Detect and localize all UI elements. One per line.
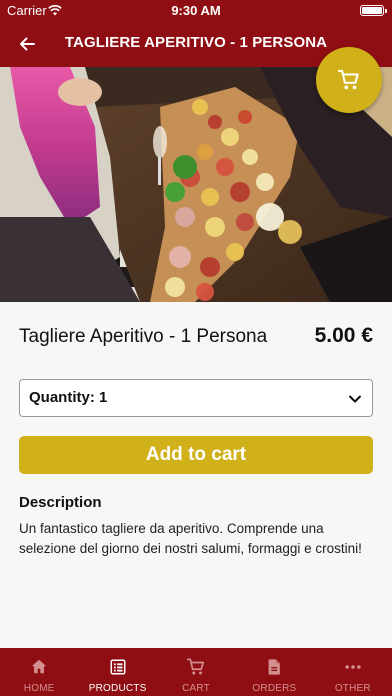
list-icon	[110, 659, 126, 675]
more-dots-icon	[345, 665, 361, 669]
quantity-label: Quantity: 1	[29, 389, 108, 406]
cart-icon	[187, 658, 204, 675]
product-summary: Tagliere Aperitivo - 1 Persona 5.00 €	[19, 324, 373, 352]
status-time: 9:30 AM	[171, 3, 221, 18]
back-button[interactable]	[14, 31, 40, 57]
tab-other-label: OTHER	[334, 683, 371, 694]
tab-bar: HOME PRODUCTS CART ORDERS OTHER	[0, 648, 392, 696]
chevron-down-icon	[349, 395, 361, 403]
add-to-cart-button[interactable]: Add to cart	[19, 436, 373, 474]
product-details: Tagliere Aperitivo - 1 Persona 5.00 € Qu…	[0, 302, 392, 648]
product-price: 5.00 €	[314, 324, 373, 347]
tab-home[interactable]: HOME	[0, 648, 78, 696]
tab-cart-label: CART	[182, 683, 210, 694]
tab-cart[interactable]: CART	[157, 648, 235, 696]
tab-orders[interactable]: ORDERS	[235, 648, 313, 696]
document-icon	[269, 659, 281, 675]
description-title: Description	[19, 494, 102, 511]
tab-home-label: HOME	[23, 683, 55, 694]
description-text: Un fantastico tagliere da aperitivo. Com…	[19, 521, 362, 556]
page-title: TAGLIERE APERITIVO - 1 PERSONA	[64, 34, 328, 51]
tab-orders-label: ORDERS	[252, 683, 297, 694]
tab-other[interactable]: OTHER	[314, 648, 392, 696]
arrow-left-icon	[20, 37, 35, 51]
cart-icon	[338, 69, 359, 90]
home-icon	[32, 659, 47, 674]
tab-products[interactable]: PRODUCTS	[78, 648, 156, 696]
status-bar: Carrier 9:30 AM	[0, 0, 392, 22]
product-name: Tagliere Aperitivo - 1 Persona	[19, 326, 268, 347]
quantity-select[interactable]: Quantity: 1	[19, 379, 373, 417]
tab-products-label: PRODUCTS	[88, 683, 147, 694]
battery-icon	[360, 5, 387, 16]
cart-fab-button[interactable]	[316, 47, 382, 113]
